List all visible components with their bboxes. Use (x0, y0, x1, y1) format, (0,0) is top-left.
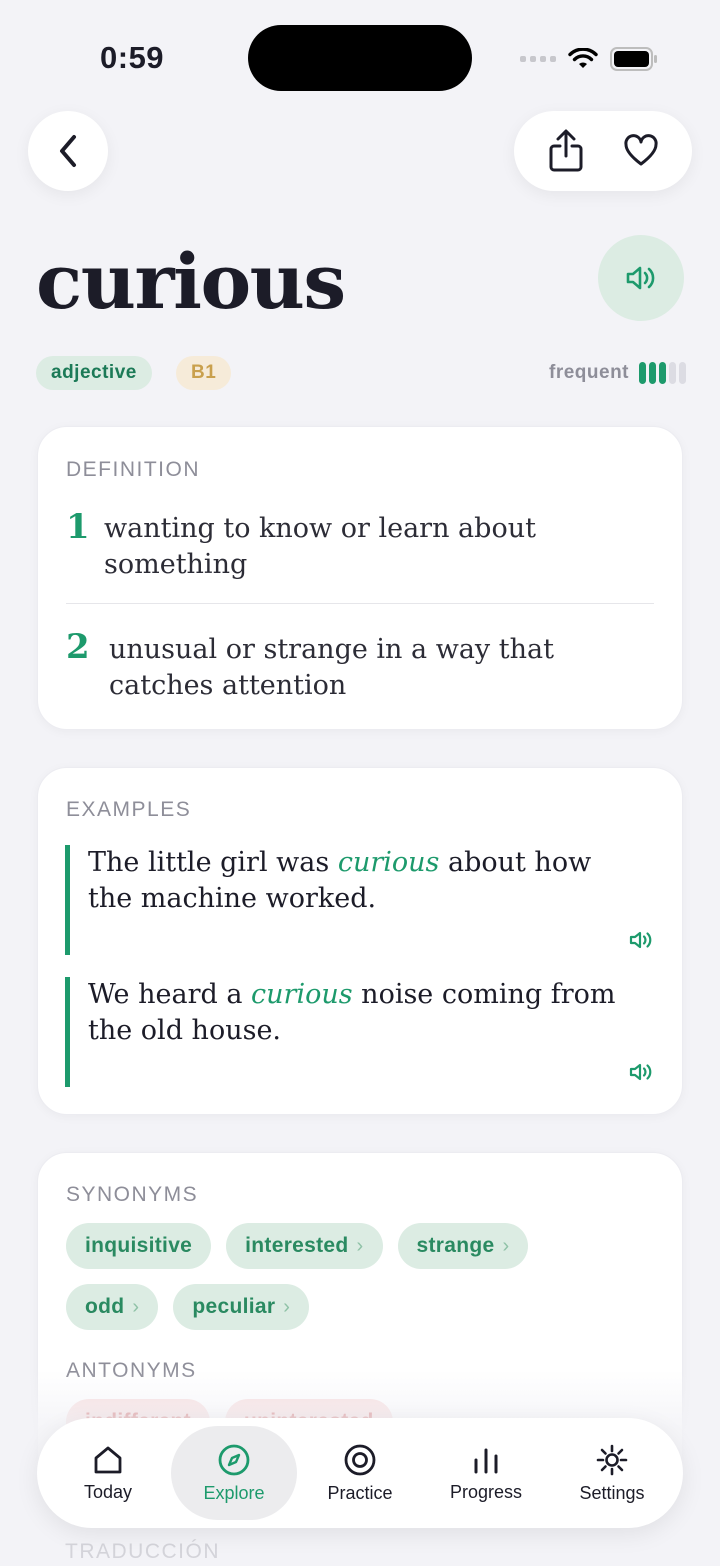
examples-card: EXAMPLES The little girl was curious abo… (37, 767, 683, 1115)
level-badge: B1 (176, 356, 232, 390)
tab-label: Progress (449, 1481, 523, 1502)
synonym-chip[interactable]: peculiar › (173, 1284, 310, 1330)
synonym-chip[interactable]: odd › (66, 1284, 159, 1330)
compass-icon (218, 1444, 250, 1475)
definition-card: DEFINITION 1 wanting to know or learn ab… (37, 426, 683, 730)
tab-explore[interactable]: Explore (171, 1426, 297, 1520)
synonyms-row: odd › peculiar › (66, 1284, 310, 1330)
back-icon (60, 135, 76, 167)
chart-icon (474, 1448, 498, 1473)
chevron-right-icon: › (283, 1295, 291, 1318)
synonym-chip[interactable]: strange › (397, 1223, 529, 1269)
tab-label: Practice (327, 1482, 393, 1503)
gear-icon (596, 1444, 628, 1475)
frequency-bar (639, 362, 646, 384)
home-icon (94, 1446, 122, 1473)
pronounce-button[interactable] (598, 235, 684, 321)
frequency-bar (659, 362, 666, 384)
definition-number: 2 (66, 627, 90, 667)
chevron-right-icon: › (502, 1234, 510, 1257)
definition-text: wanting to know or learn about something (104, 513, 536, 580)
tab-label: Explore (203, 1482, 265, 1503)
chevron-right-icon: › (132, 1295, 140, 1318)
frequency-bar (679, 362, 686, 384)
example-item: We heard a curious noise coming from the… (65, 977, 655, 1087)
status-time: 0:59 (100, 40, 165, 75)
frequency-indicator: frequent (549, 359, 686, 387)
speaker-icon (626, 266, 655, 290)
definition-divider (66, 603, 654, 604)
chevron-right-icon: › (356, 1234, 364, 1257)
share-icon (549, 129, 582, 172)
frequency-label: frequent (549, 362, 629, 383)
tab-today[interactable]: Today (45, 1426, 171, 1520)
examples-label: EXAMPLES (66, 798, 192, 821)
back-button[interactable] (28, 111, 108, 191)
example-item: The little girl was curious about how th… (65, 845, 655, 955)
tab-label: Today (83, 1481, 133, 1502)
frequency-bars (639, 362, 686, 384)
share-button[interactable] (536, 121, 596, 181)
status-icons (520, 44, 658, 74)
part-of-speech-badge: adjective (36, 356, 152, 390)
target-icon (344, 1444, 376, 1475)
tab-practice[interactable]: Practice (297, 1426, 423, 1520)
synonyms-row: inquisitive interested › strange › (66, 1223, 529, 1269)
synonym-chip[interactable]: inquisitive (66, 1223, 212, 1269)
battery-icon (610, 47, 657, 71)
example-text: We heard a curious noise coming from the… (88, 979, 616, 1046)
definition-number: 1 (66, 507, 90, 547)
definition-text: unusual or strange in a way that catches… (109, 634, 554, 701)
synonym-chip[interactable]: interested › (226, 1223, 383, 1269)
example-highlight: curious (337, 847, 440, 878)
tab-progress[interactable]: Progress (423, 1426, 549, 1520)
frequency-bar (649, 362, 656, 384)
synonyms-label: SYNONYMS (66, 1183, 199, 1206)
translation-label: TRADUCCIÓN (65, 1540, 220, 1563)
word-title: curious (36, 237, 346, 326)
example-highlight: curious (251, 979, 353, 1010)
example-text: The little girl was curious about how th… (88, 847, 592, 914)
dynamic-island (248, 25, 472, 91)
wifi-icon (568, 48, 598, 68)
action-pill (514, 111, 692, 191)
heart-icon (623, 134, 658, 166)
definition-label: DEFINITION (66, 458, 200, 481)
tab-label: Settings (579, 1482, 645, 1503)
frequency-bar (669, 362, 676, 384)
tab-bar: Today Explore Practice Progress Settings (37, 1418, 683, 1528)
signal-icon (520, 56, 556, 62)
tab-settings[interactable]: Settings (549, 1426, 675, 1520)
speaker-icon[interactable] (629, 1061, 655, 1083)
favorite-button[interactable] (611, 121, 671, 181)
speaker-icon[interactable] (629, 929, 655, 951)
